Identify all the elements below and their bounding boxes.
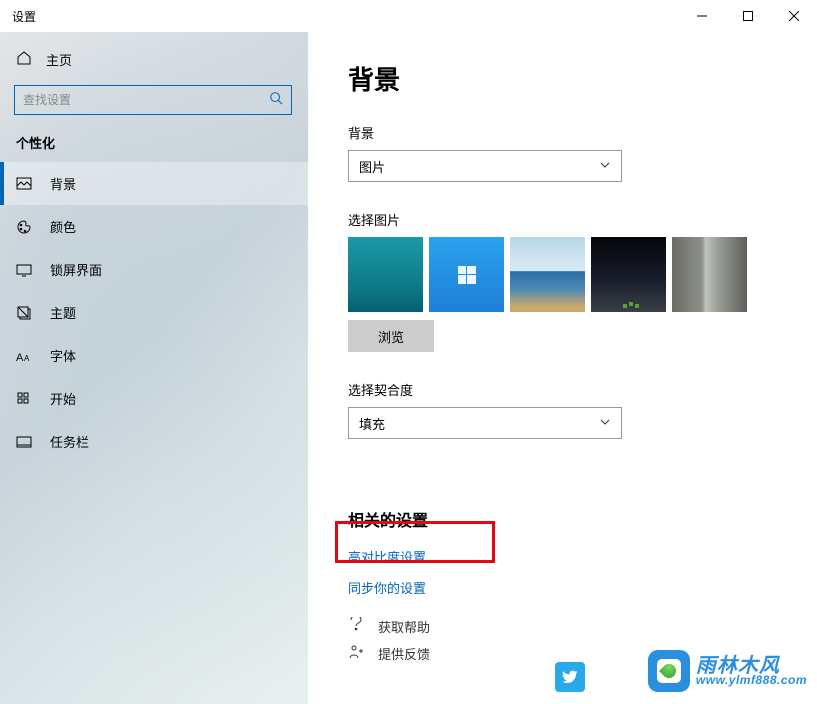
titlebar: 设置 xyxy=(0,0,817,32)
background-select[interactable]: 图片 xyxy=(348,150,622,182)
sidebar-item-background[interactable]: 背景 xyxy=(0,162,308,205)
taskbar-icon xyxy=(16,434,32,450)
chevron-down-icon xyxy=(599,159,611,174)
sidebar-item-lockscreen[interactable]: 锁屏界面 xyxy=(0,248,308,291)
sidebar-item-start[interactable]: 开始 xyxy=(0,377,308,420)
related-heading: 相关的设置 xyxy=(348,507,817,531)
background-value: 图片 xyxy=(359,157,385,176)
sync-settings-link[interactable]: 同步你的设置 xyxy=(348,578,817,597)
chevron-down-icon xyxy=(599,416,611,431)
sidebar-item-colors[interactable]: 颜色 xyxy=(0,205,308,248)
choose-picture-label: 选择图片 xyxy=(348,210,817,229)
minimize-button[interactable] xyxy=(679,0,725,32)
home-nav[interactable]: 主页 xyxy=(0,40,308,79)
themes-icon xyxy=(16,305,32,321)
svg-text:A: A xyxy=(16,352,24,364)
personalization-heading: 个性化 xyxy=(0,133,308,162)
fit-value: 填充 xyxy=(359,414,385,433)
home-label: 主页 xyxy=(46,50,72,69)
search-box[interactable] xyxy=(14,85,292,115)
search-input[interactable] xyxy=(23,93,269,107)
window-title: 设置 xyxy=(12,8,36,25)
picture-thumb-3[interactable] xyxy=(510,237,585,312)
fit-label: 选择契合度 xyxy=(348,380,817,399)
sidebar-item-label: 背景 xyxy=(50,174,76,193)
picture-thumb-1[interactable] xyxy=(348,237,423,312)
fit-select[interactable]: 填充 xyxy=(348,407,622,439)
background-icon xyxy=(16,176,32,192)
sidebar-item-label: 开始 xyxy=(50,389,76,408)
help-icon xyxy=(348,617,364,636)
watermark: 雨林木风 www.ylmf888.com xyxy=(648,650,807,692)
background-label: 背景 xyxy=(348,123,817,142)
get-help-label: 获取帮助 xyxy=(378,617,430,636)
sidebar-item-label: 主题 xyxy=(50,303,76,322)
lockscreen-icon xyxy=(16,262,32,278)
browse-button[interactable]: 浏览 xyxy=(348,320,434,352)
sidebar: 主页 个性化 背景 颜色 xyxy=(0,32,308,704)
sidebar-item-label: 字体 xyxy=(50,346,76,365)
start-icon xyxy=(16,391,32,407)
windows-logo-icon xyxy=(458,266,476,284)
get-help-row[interactable]: 获取帮助 xyxy=(348,617,817,636)
close-button[interactable] xyxy=(771,0,817,32)
sidebar-item-taskbar[interactable]: 任务栏 xyxy=(0,420,308,463)
maximize-button[interactable] xyxy=(725,0,771,32)
high-contrast-link[interactable]: 高对比度设置 xyxy=(348,547,817,566)
home-icon xyxy=(16,50,32,69)
picture-thumb-5[interactable] xyxy=(672,237,747,312)
sidebar-item-fonts[interactable]: AA 字体 xyxy=(0,334,308,377)
feedback-label: 提供反馈 xyxy=(378,644,430,663)
colors-icon xyxy=(16,219,32,235)
sidebar-item-themes[interactable]: 主题 xyxy=(0,291,308,334)
feedback-icon xyxy=(348,644,364,663)
bird-badge-icon xyxy=(555,662,585,692)
fonts-icon: AA xyxy=(16,348,32,364)
sidebar-item-label: 任务栏 xyxy=(50,432,89,451)
page-title: 背景 xyxy=(348,60,817,97)
search-icon xyxy=(269,91,283,110)
picture-thumb-2[interactable] xyxy=(429,237,504,312)
picture-thumb-4[interactable] xyxy=(591,237,666,312)
sidebar-item-label: 锁屏界面 xyxy=(50,260,102,279)
watermark-logo-icon xyxy=(648,650,690,692)
svg-text:A: A xyxy=(24,354,30,363)
picture-thumbnails xyxy=(348,237,817,312)
main-content: 背景 背景 图片 选择图片 浏览 选择契合度 填充 xyxy=(308,32,817,704)
titlebar-controls xyxy=(679,0,817,32)
watermark-sub: www.ylmf888.com xyxy=(696,674,807,686)
sidebar-item-label: 颜色 xyxy=(50,217,76,236)
